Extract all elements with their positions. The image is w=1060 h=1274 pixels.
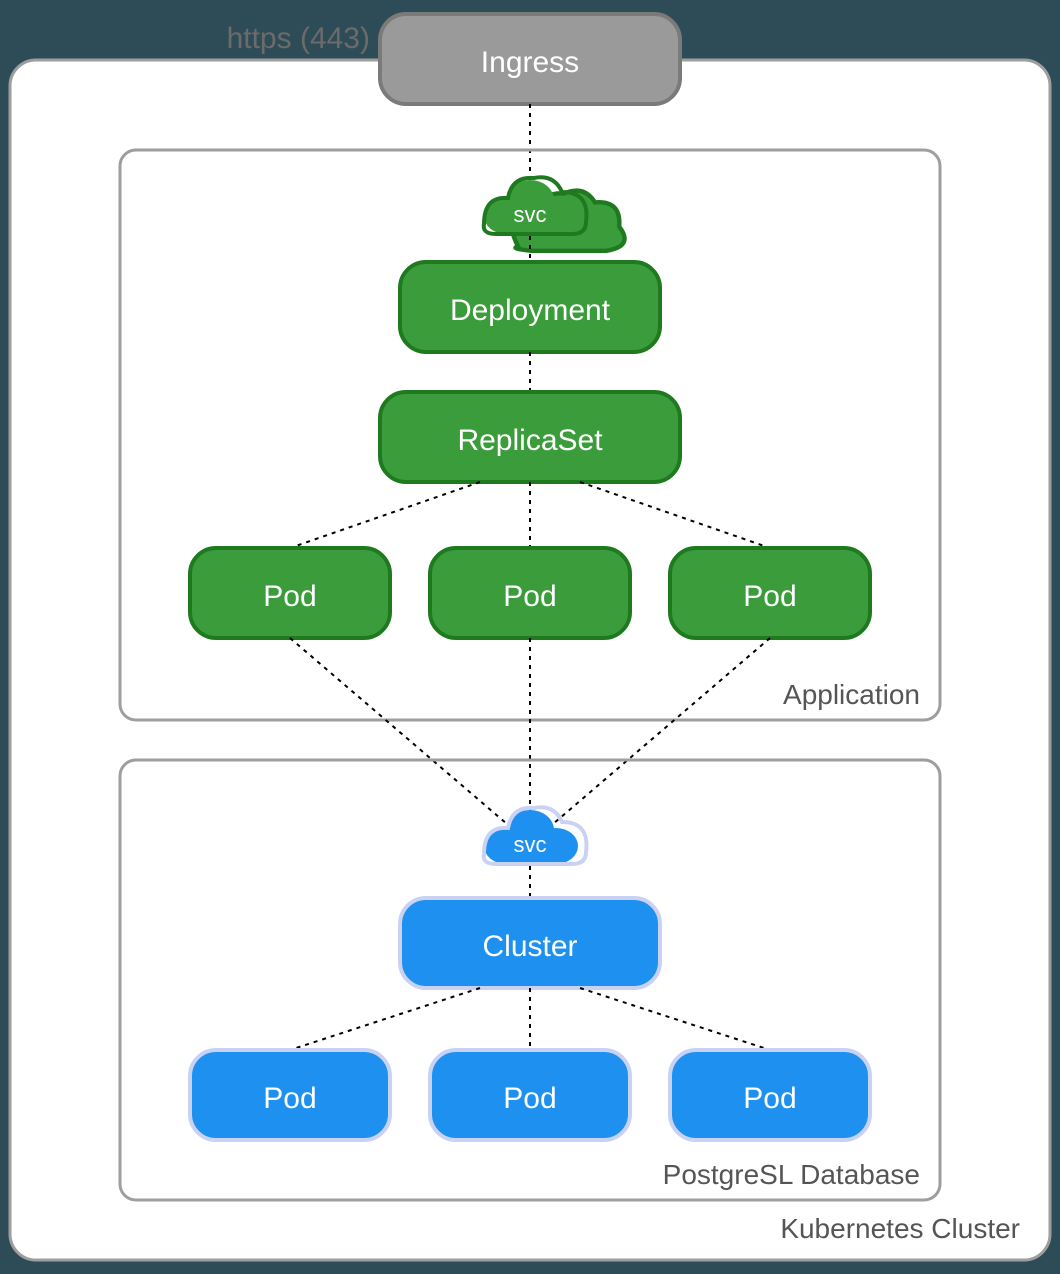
db-pod-3-label: Pod [743, 1082, 796, 1115]
app-pod-1-label: Pod [263, 580, 316, 613]
application-box-label: Application [783, 679, 920, 710]
app-pod-3-label: Pod [743, 580, 796, 613]
kubernetes-cluster-label: Kubernetes Cluster [780, 1213, 1020, 1244]
deployment-label: Deployment [450, 294, 611, 327]
diagram-svg: Kubernetes Cluster https (443) Ingress A… [0, 0, 1060, 1274]
app-pod-2-label: Pod [503, 580, 556, 613]
db-pod-1-label: Pod [263, 1082, 316, 1115]
app-svc-label: svc [514, 202, 547, 227]
cluster-label: Cluster [482, 930, 577, 963]
https-label: https (443) [227, 22, 370, 55]
ingress-label: Ingress [481, 46, 579, 79]
database-box-label: PostgreSL Database [663, 1159, 920, 1190]
db-pod-2-label: Pod [503, 1082, 556, 1115]
diagram-stage: Kubernetes Cluster https (443) Ingress A… [0, 0, 1060, 1274]
db-svc-label: svc [514, 832, 547, 857]
replicaset-label: ReplicaSet [457, 424, 603, 457]
